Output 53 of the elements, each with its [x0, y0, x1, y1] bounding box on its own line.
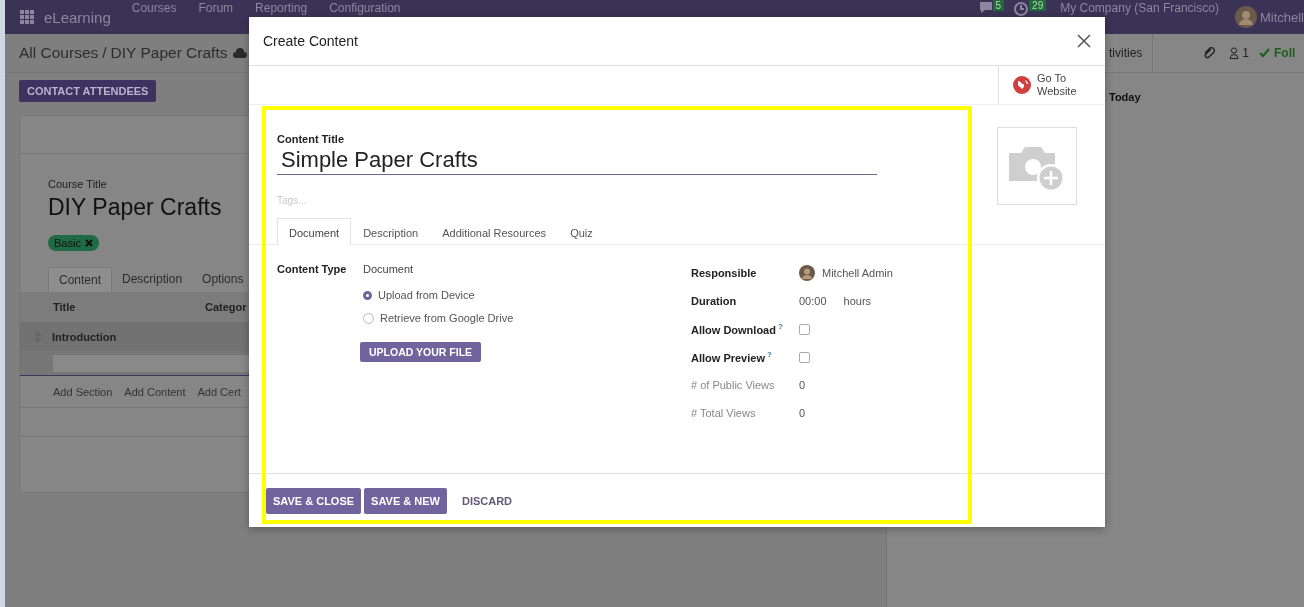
contact-button[interactable]: CONTACT ATTENDEES [19, 80, 157, 102]
stat-value: 0 [799, 407, 806, 419]
tab[interactable]: Description [351, 218, 431, 245]
followers-button[interactable]: 1 [1229, 46, 1250, 60]
field-label: Allow Preview $^{?}$ [691, 350, 773, 364]
website-button[interactable]: Go To Website [998, 66, 1105, 104]
dialog-title: Create Content [263, 33, 358, 49]
option-label[interactable]: Upload from Device [378, 289, 475, 301]
tag[interactable]: Basic [48, 235, 99, 251]
save-button[interactable]: SAVE & CLOSE [266, 487, 362, 514]
tab[interactable]: Quiz [558, 218, 605, 245]
column-header: Title [53, 301, 77, 313]
upload-button[interactable]: UPLOAD YOUR FILE [360, 342, 482, 362]
column-header: Categor [205, 301, 248, 313]
menu-item[interactable]: Configuration [329, 0, 401, 15]
field-label: # of Public Views [691, 379, 776, 391]
tab[interactable]: Content [48, 267, 113, 292]
menu-item[interactable]: Forum [198, 0, 234, 15]
field-value[interactable]: Document [363, 263, 414, 275]
add-link[interactable]: Add Content [124, 385, 186, 398]
field-label: Allow Download $^{?}$ [691, 322, 784, 336]
duration-field[interactable]: 00:00 [799, 295, 827, 307]
add-link[interactable]: Add Cert [197, 385, 241, 398]
date-header: Today [1109, 91, 1141, 103]
company-name[interactable]: My Company (San Francisco) [1060, 0, 1219, 15]
tab[interactable]: Description [112, 267, 193, 292]
field-label: # Total Views [691, 407, 757, 419]
field-label: Content Type [277, 263, 348, 275]
tab[interactable]: Document [277, 218, 352, 245]
breadcrumb-current: DIY Paper Crafts [110, 44, 228, 62]
breadcrumb-separator: / [102, 44, 107, 62]
menu-item[interactable]: Courses [131, 0, 177, 15]
field-label: Course Title [48, 178, 107, 190]
save-button[interactable]: SAVE & NEW [364, 487, 447, 514]
add-link[interactable]: Add Section [53, 385, 113, 398]
user-name[interactable]: Mitchell Admin [822, 267, 893, 279]
field-label: Content Title [277, 133, 345, 145]
course-title: DIY Paper Crafts [48, 194, 222, 221]
field-label: Responsible [691, 267, 758, 279]
section-title: Introduction [52, 330, 117, 343]
field-label: Duration [691, 295, 738, 307]
unit-label: hours [843, 295, 872, 307]
count-badge: 29 [1029, 0, 1047, 11]
breadcrumb-link[interactable]: All Courses [19, 44, 99, 62]
tab[interactable]: Additional Resources [430, 218, 559, 245]
tab[interactable]: Options [192, 267, 254, 292]
user-name[interactable]: Mitchell [1259, 9, 1304, 25]
menu-item[interactable]: Reporting [255, 0, 308, 15]
stat-value: 0 [799, 379, 806, 391]
option-label[interactable]: Retrieve from Google Drive [380, 312, 514, 324]
activities-link[interactable]: tivities [1109, 46, 1143, 60]
app-name[interactable]: eLearning [44, 8, 111, 26]
count-badge: 5 [992, 0, 1005, 11]
